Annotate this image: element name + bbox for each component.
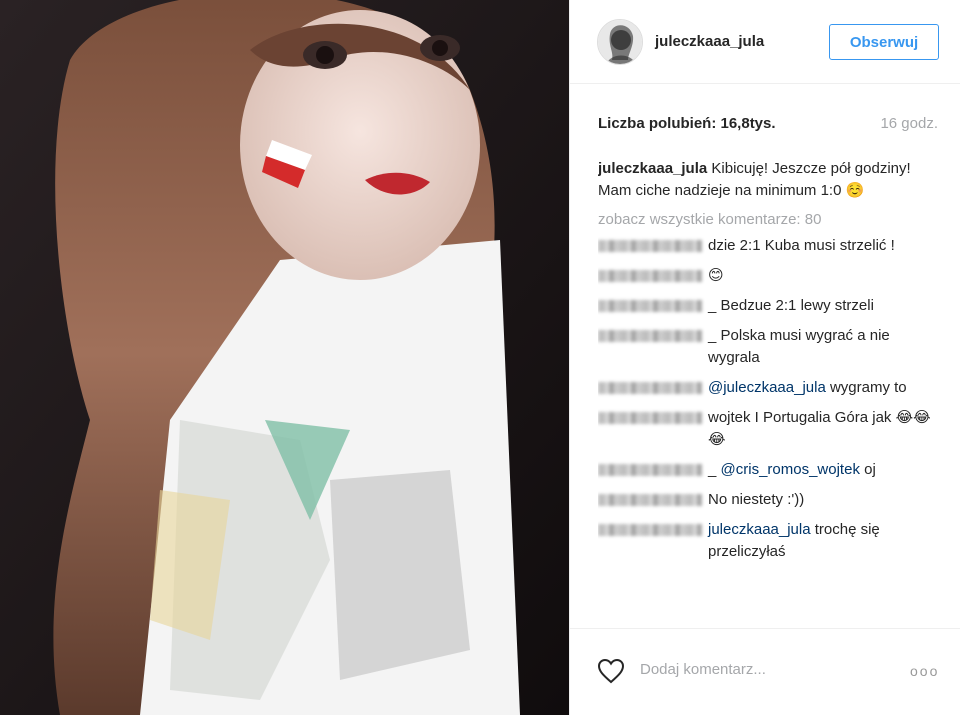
list-item: dzie 2:1 Kuba musi strzelić ! [598, 235, 943, 257]
post-photo[interactable] [0, 0, 569, 715]
list-item: _ @cris_romos_wojtek oj [598, 459, 943, 481]
comment-prefix: _ [708, 461, 721, 478]
list-item: _ Bedzue 2:1 lewy strzeli [598, 295, 943, 317]
list-item: @juleczkaaa_jula wygramy to [598, 377, 943, 399]
blurred-username [598, 464, 702, 476]
add-comment-input[interactable]: Dodaj komentarz... [640, 661, 766, 678]
post-footer: Dodaj komentarz... ooo [570, 628, 960, 715]
view-all-comments-link[interactable]: zobacz wszystkie komentarze: 80 [598, 209, 943, 231]
comment-text: 😊 [708, 267, 724, 284]
comment-text: _ Polska musi wygrać a nie wygrala [708, 327, 890, 366]
blurred-username [598, 494, 702, 506]
avatar[interactable] [597, 19, 643, 65]
comment-text: wojtek I Portugalia Góra jak 😂😂😂 [708, 409, 931, 448]
blurred-username [598, 330, 702, 342]
list-item: juleczkaaa_jula trochę się przeliczyłaś [598, 519, 943, 563]
list-item: No niestety :')) [598, 489, 943, 511]
list-item: _ Polska musi wygrać a nie wygrala [598, 325, 943, 369]
blurred-username [598, 300, 702, 312]
comment-text: No niestety :')) [708, 491, 805, 508]
comment-text: wygramy to [825, 379, 907, 396]
post-author-username[interactable]: juleczkaaa_jula [655, 33, 764, 50]
comment-text: oj [859, 461, 876, 478]
comment-mention[interactable]: @juleczkaaa_jula [708, 379, 826, 396]
comment-mention[interactable]: juleczkaaa_jula [708, 521, 811, 538]
caption-username[interactable]: juleczkaaa_jula [598, 160, 707, 177]
list-item: wojtek I Portugalia Góra jak 😂😂😂 [598, 407, 943, 451]
heart-icon[interactable] [597, 658, 625, 684]
comment-text: dzie 2:1 Kuba musi strzelić ! [708, 237, 895, 254]
follow-button[interactable]: Obserwuj [829, 24, 939, 60]
comment-text: _ Bedzue 2:1 lewy strzeli [708, 297, 874, 314]
likes-count[interactable]: Liczba polubień: 16,8tys. [598, 115, 776, 132]
post-caption: juleczkaaa_jula Kibicuję! Jeszcze pół go… [598, 158, 943, 202]
more-options-icon[interactable]: ooo [910, 663, 939, 679]
post-time[interactable]: 16 godz. [880, 115, 938, 132]
blurred-username [598, 270, 702, 282]
blurred-username [598, 240, 702, 252]
comments-list: juleczkaaa_jula Kibicuję! Jeszcze pół go… [598, 158, 943, 628]
post-side-panel: juleczkaaa_jula Obserwuj Liczba polubień… [569, 0, 960, 715]
list-item: 😊 [598, 265, 943, 287]
blurred-username [598, 524, 702, 536]
blurred-username [598, 382, 702, 394]
blurred-username [598, 412, 702, 424]
comment-mention[interactable]: @cris_romos_wojtek [721, 461, 860, 478]
post-header: juleczkaaa_jula Obserwuj [570, 0, 960, 84]
